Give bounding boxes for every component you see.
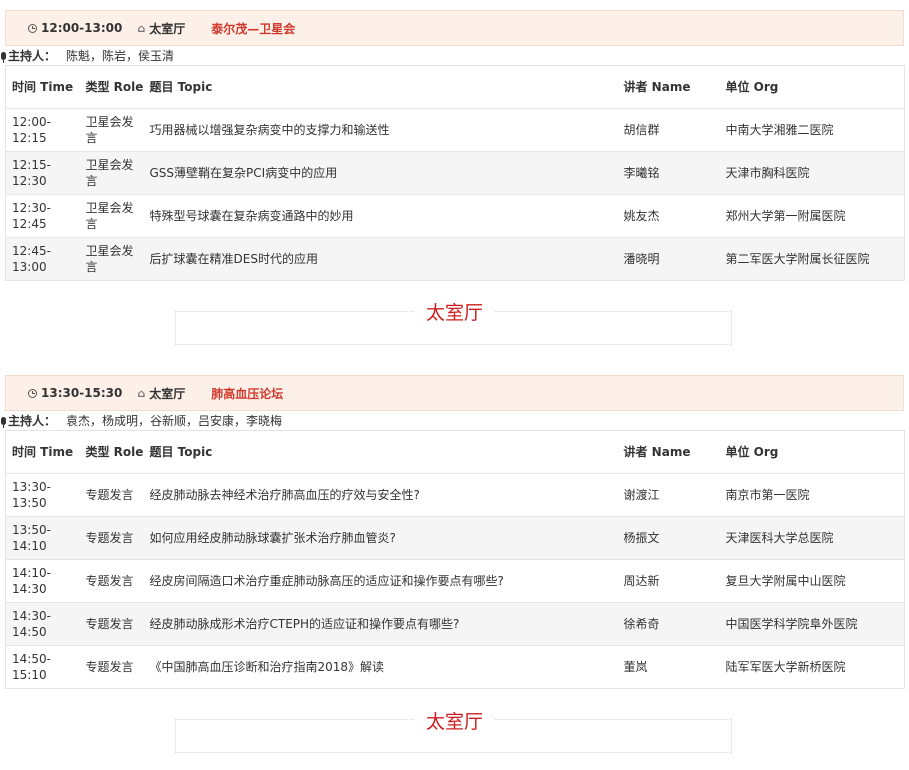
col-header-time: 时间 Time [5,430,80,474]
cell-time: 14:10-14:30 [5,559,80,603]
cell-time: 12:30-12:45 [5,194,80,238]
cell-role: 专题发言 [79,645,144,689]
session-block: 13:30-15:30 ⌂ 太室厅 肺高血压论坛 主持人： 袁杰，杨成明，谷新顺… [1,375,905,689]
cell-speaker: 潘晓明 [617,237,720,281]
cell-speaker: 姚友杰 [617,194,720,238]
cell-time: 12:45-13:00 [5,237,80,281]
cell-speaker: 徐希奇 [617,602,720,646]
session-time-text: 12:00-13:00 [41,21,123,35]
col-header-role: 类型 Role [79,430,144,474]
col-header-org: 单位 Org [719,430,905,474]
col-header-topic: 题目 Topic [143,65,618,109]
microphone-icon [1,51,6,63]
cell-topic: 巧用器械以增强复杂病变中的支撑力和输送性 [143,108,618,152]
cell-time: 12:15-12:30 [5,151,80,195]
hosts-names: 袁杰，杨成明，谷新顺，吕安康，李晓梅 [66,414,283,428]
cell-speaker: 胡信群 [617,108,720,152]
cell-org: 中国医学科学院阜外医院 [719,602,905,646]
cell-org: 天津市胸科医院 [719,151,905,195]
session-room-text: 太室厅 [149,21,186,36]
table-row: 14:30-14:50 专题发言 经皮肺动脉成形术治疗CTEPH的适应证和操作要… [5,602,905,646]
session-header: 12:00-13:00 ⌂ 太室厅 泰尔茂—卫星会 [5,10,904,46]
table-row: 14:50-15:10 专题发言 《中国肺高血压诊断和治疗指南2018》解读 董… [5,645,905,689]
cell-org: 南京市第一医院 [719,473,905,517]
session-room: ⌂ 太室厅 [137,385,185,402]
cell-topic: 经皮房间隔造口术治疗重症肺动脉高压的适应证和操作要点有哪些? [143,559,618,603]
table-row: 12:30-12:45 卫星会发言 特殊型号球囊在复杂病变通路中的妙用 姚友杰 … [5,194,905,238]
cell-topic: 经皮肺动脉成形术治疗CTEPH的适应证和操作要点有哪些? [143,602,618,646]
cell-speaker: 杨振文 [617,516,720,560]
cell-topic: 如何应用经皮肺动脉球囊扩张术治疗肺血管炎? [143,516,618,560]
cell-time: 13:50-14:10 [5,516,80,560]
session-title: 肺高血压论坛 [211,386,284,401]
col-header-org: 单位 Org [719,65,905,109]
col-header-role: 类型 Role [79,65,144,109]
clock-icon [28,388,37,398]
session-room-text: 太室厅 [149,386,186,401]
table-row: 13:50-14:10 专题发言 如何应用经皮肺动脉球囊扩张术治疗肺血管炎? 杨… [5,516,905,560]
hosts-names: 陈魁，陈岩，侯玉清 [66,49,175,63]
table-row: 13:30-13:50 专题发言 经皮肺动脉去神经术治疗肺高血压的疗效与安全性?… [5,473,905,517]
cell-topic: 后扩球囊在精准DES时代的应用 [143,237,618,281]
cell-speaker: 周达新 [617,559,720,603]
cell-time: 12:00-12:15 [5,108,80,152]
cell-time: 14:50-15:10 [5,645,80,689]
cell-role: 卫星会发言 [79,151,144,195]
home-icon: ⌂ [137,21,146,35]
cell-speaker: 董岚 [617,645,720,689]
hosts-label: 主持人： [8,49,57,63]
table-header-row: 时间 Time 类型 Role 题目 Topic 讲者 Name 单位 Org [5,65,905,109]
home-icon: ⌂ [137,386,146,400]
cell-role: 卫星会发言 [79,194,144,238]
room-heading-text: 太室厅 [413,711,495,733]
cell-topic: GSS薄壁鞘在复杂PCI病变中的应用 [143,151,618,195]
session-hosts: 主持人： 袁杰，杨成明，谷新顺，吕安康，李晓梅 [1,411,904,430]
cell-speaker: 谢渡江 [617,473,720,517]
cell-role: 卫星会发言 [79,108,144,152]
session-hosts: 主持人： 陈魁，陈岩，侯玉清 [1,46,904,65]
cell-topic: 经皮肺动脉去神经术治疗肺高血压的疗效与安全性? [143,473,618,517]
table-row: 12:00-12:15 卫星会发言 巧用器械以增强复杂病变中的支撑力和输送性 胡… [5,108,905,152]
cell-org: 郑州大学第一附属医院 [719,194,905,238]
cell-role: 专题发言 [79,602,144,646]
cell-org: 天津医科大学总医院 [719,516,905,560]
cell-role: 专题发言 [79,559,144,603]
cell-org: 陆军军医大学新桥医院 [719,645,905,689]
table-header-row: 时间 Time 类型 Role 题目 Topic 讲者 Name 单位 Org [5,430,905,474]
table-row: 12:45-13:00 卫星会发言 后扩球囊在精准DES时代的应用 潘晓明 第二… [5,237,905,281]
cell-role: 专题发言 [79,516,144,560]
schedule-table: 时间 Time 类型 Role 题目 Topic 讲者 Name 单位 Org … [5,430,905,689]
cell-org: 复旦大学附属中山医院 [719,559,905,603]
cell-topic: 特殊型号球囊在复杂病变通路中的妙用 [143,194,618,238]
cell-time: 13:30-13:50 [5,473,80,517]
cell-speaker: 李曦铭 [617,151,720,195]
room-heading-text: 太室厅 [413,302,495,324]
cell-topic: 《中国肺高血压诊断和治疗指南2018》解读 [143,645,618,689]
cell-role: 卫星会发言 [79,237,144,281]
room-heading: 太室厅 [0,707,909,734]
cell-role: 专题发言 [79,473,144,517]
col-header-speaker: 讲者 Name [617,65,720,109]
session-time-text: 13:30-15:30 [41,386,123,400]
session-time: 13:30-15:30 [28,386,122,400]
microphone-icon [1,416,6,428]
clock-icon [28,23,37,33]
schedule-table: 时间 Time 类型 Role 题目 Topic 讲者 Name 单位 Org … [5,65,905,281]
room-heading: 太室厅 [0,298,909,325]
session-title: 泰尔茂—卫星会 [211,21,296,36]
session-time: 12:00-13:00 [28,21,122,35]
session-header: 13:30-15:30 ⌂ 太室厅 肺高血压论坛 [5,375,904,411]
col-header-topic: 题目 Topic [143,430,618,474]
cell-org: 中南大学湘雅二医院 [719,108,905,152]
hosts-label: 主持人： [8,414,57,428]
col-header-time: 时间 Time [5,65,80,109]
cell-time: 14:30-14:50 [5,602,80,646]
cell-org: 第二军医大学附属长征医院 [719,237,905,281]
table-row: 14:10-14:30 专题发言 经皮房间隔造口术治疗重症肺动脉高压的适应证和操… [5,559,905,603]
session-room: ⌂ 太室厅 [137,20,185,37]
col-header-speaker: 讲者 Name [617,430,720,474]
session-block: 12:00-13:00 ⌂ 太室厅 泰尔茂—卫星会 主持人： 陈魁，陈岩，侯玉清… [1,10,905,281]
table-row: 12:15-12:30 卫星会发言 GSS薄壁鞘在复杂PCI病变中的应用 李曦铭… [5,151,905,195]
